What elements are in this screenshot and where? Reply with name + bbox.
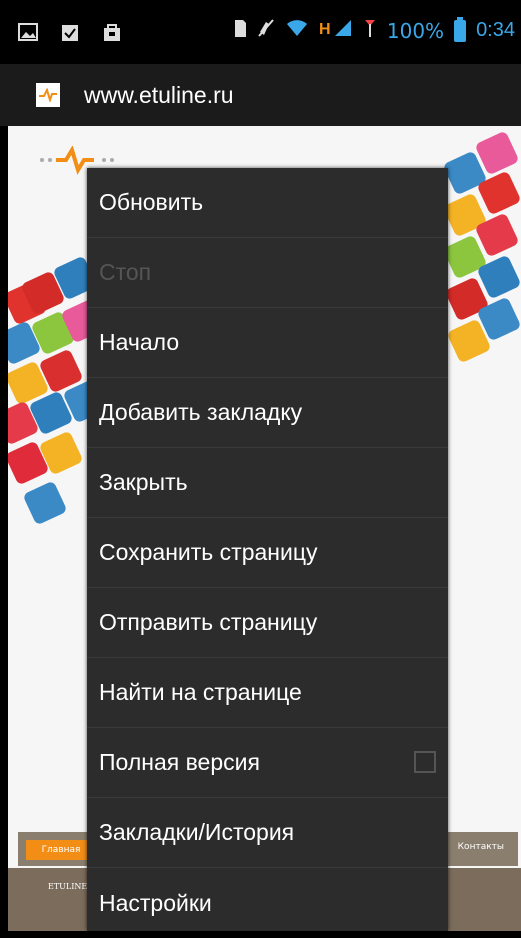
site-favicon-icon <box>36 83 60 107</box>
menu-item-label: Начало <box>99 329 180 355</box>
image-icon <box>18 22 38 42</box>
site-nav-contacts[interactable]: Контакты <box>458 842 504 852</box>
menu-item-label: Стоп <box>99 259 152 285</box>
menu-item-stop: Стоп <box>87 238 448 308</box>
menu-item-save-page[interactable]: Сохранить страницу <box>87 518 448 588</box>
menu-item-share-page[interactable]: Отправить страницу <box>87 588 448 658</box>
sd-card-icon <box>233 18 247 43</box>
menu-item-add-bookmark[interactable]: Добавить закладку <box>87 378 448 448</box>
menu-item-label: Отправить страницу <box>99 609 318 635</box>
clock: 0:34 <box>476 19 515 41</box>
menu-item-label: Закрыть <box>99 469 188 495</box>
status-bar: H 100% 0:34 <box>0 0 521 64</box>
battery-percent: 100% <box>386 18 445 43</box>
site-nav-home[interactable]: Главная <box>26 840 96 860</box>
shopping-bag-icon <box>102 22 122 42</box>
menu-item-label: Закладки/История <box>99 819 295 845</box>
status-indicators: H 100% 0:34 <box>233 16 515 43</box>
app-tile <box>22 480 68 526</box>
footer-text: ETULINE <box>48 882 88 891</box>
menu-item-label: Добавить закладку <box>99 399 303 425</box>
notification-icons <box>18 22 122 42</box>
menu-item-label: Настройки <box>99 889 212 916</box>
menu-item-bookmarks-history[interactable]: Закладки/История <box>87 798 448 868</box>
signal-icon: H <box>319 18 353 43</box>
menu-item-refresh[interactable]: Обновить <box>87 168 448 238</box>
browser-options-menu: Обновить Стоп Начало Добавить закладку З… <box>87 168 448 931</box>
menu-item-label: Полная версия <box>99 749 260 775</box>
desktop-version-checkbox[interactable] <box>414 751 436 773</box>
menu-item-settings[interactable]: Настройки <box>87 868 448 938</box>
url-text[interactable]: www.etuline.ru <box>84 82 234 109</box>
menu-item-label: Найти на странице <box>99 679 302 705</box>
battery-icon <box>454 16 467 42</box>
antenna-icon <box>363 18 377 43</box>
wifi-icon <box>285 18 309 43</box>
menu-item-label: Обновить <box>99 189 204 215</box>
menu-item-desktop-version[interactable]: Полная версия <box>87 728 448 798</box>
menu-item-home[interactable]: Начало <box>87 308 448 378</box>
url-bar[interactable]: www.etuline.ru <box>0 64 521 126</box>
menu-item-label: Сохранить страницу <box>99 539 318 565</box>
menu-item-close[interactable]: Закрыть <box>87 448 448 518</box>
mute-icon <box>257 18 275 43</box>
svg-text:H: H <box>319 21 331 38</box>
clipboard-check-icon <box>60 22 80 42</box>
menu-item-find-on-page[interactable]: Найти на странице <box>87 658 448 728</box>
